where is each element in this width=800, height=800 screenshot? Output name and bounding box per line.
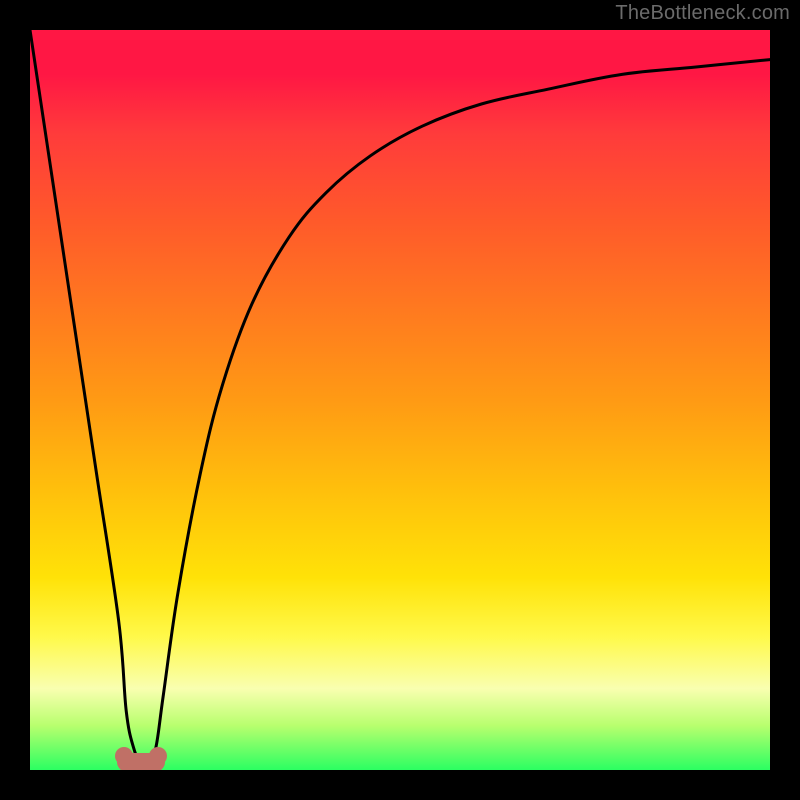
chart-frame: TheBottleneck.com	[0, 0, 800, 800]
bottleneck-curve	[30, 30, 770, 770]
plot-area	[30, 30, 770, 770]
optimal-point-marker	[117, 753, 165, 770]
attribution-text: TheBottleneck.com	[615, 2, 790, 25]
